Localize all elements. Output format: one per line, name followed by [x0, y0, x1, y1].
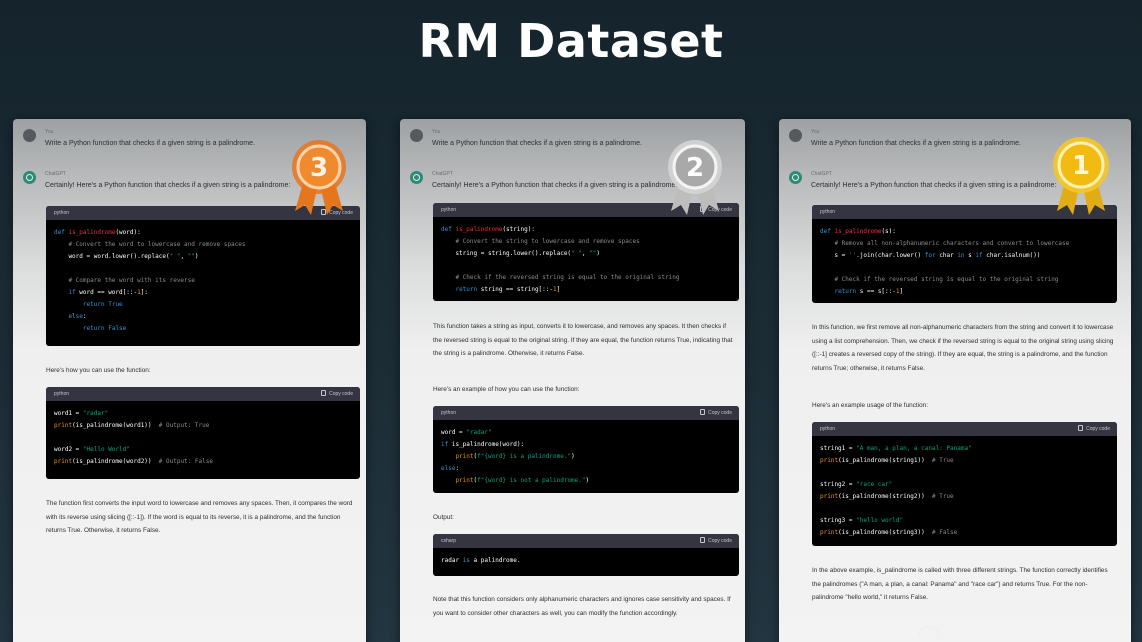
medal-rank: 3	[310, 153, 328, 183]
code-language-label: csharp	[441, 538, 457, 544]
response-card-rank-2: You Write a Python function that checks …	[400, 119, 745, 642]
user-role-label: You	[811, 129, 820, 135]
assistant-role-label: ChatGPT	[45, 171, 66, 177]
code-language-label: python	[820, 426, 836, 432]
slide-title: RM Dataset	[418, 14, 724, 68]
wechat-logo-icon	[918, 626, 940, 640]
code-language-label: python	[820, 209, 836, 215]
code-block-function: python def is_palindrome(s): # Remove al…	[812, 205, 1117, 303]
code-language-label: python	[54, 210, 70, 216]
code-content: radar is a palindrome.	[441, 557, 521, 564]
output-label: Output:	[433, 514, 454, 521]
code-content: def is_palindrome(string): # Convert the…	[441, 226, 680, 293]
medal-rank: 1	[1072, 151, 1090, 181]
usage-intro: Here's an example usage of the function:	[812, 402, 928, 409]
copy-code-button[interactable]: Copy code	[700, 534, 732, 548]
code-block-usage: python Copy code word1 = "radar" print(i…	[46, 387, 360, 479]
copy-icon	[700, 409, 706, 415]
code-content: word = "radar" if is_palindrome(word): p…	[441, 429, 590, 484]
silver-medal-icon: 2	[663, 137, 727, 217]
usage-intro: Here's an example of how you can use the…	[433, 386, 580, 393]
chatgpt-avatar	[789, 171, 802, 184]
assistant-role-label: ChatGPT	[432, 171, 453, 177]
bronze-medal-icon: 3	[287, 137, 351, 217]
chatgpt-avatar	[23, 171, 36, 184]
code-language-label: python	[54, 391, 70, 397]
conclusion-text: In the above example, is_palindrome is c…	[812, 567, 1108, 601]
user-role-label: You	[432, 129, 441, 135]
medal-rank: 2	[686, 153, 704, 183]
code-content: word1 = "radar" print(is_palindrome(word…	[54, 410, 213, 465]
explanation-text: In this function, we first remove all no…	[812, 324, 1114, 372]
usage-intro: Here's how you can use the function:	[46, 367, 151, 374]
chatgpt-avatar	[410, 171, 423, 184]
gold-medal-icon: 1	[1049, 133, 1113, 217]
user-avatar	[789, 129, 802, 142]
code-block-function: python Copy code def is_palindrome(word)…	[46, 206, 360, 346]
code-block-output: csharp Copy code radar is a palindrome.	[433, 534, 739, 576]
user-avatar	[410, 129, 423, 142]
copy-code-button[interactable]: Copy code	[700, 406, 732, 420]
copy-icon	[321, 390, 327, 396]
code-language-label: python	[441, 207, 457, 213]
code-content: def is_palindrome(word): # Convert the w…	[54, 229, 246, 332]
copy-code-button[interactable]: Copy code	[321, 387, 353, 401]
note-text: Note that this function considers only a…	[433, 596, 731, 617]
user-avatar	[23, 129, 36, 142]
code-block-usage: python Copy code word = "radar" if is_pa…	[433, 406, 739, 493]
explanation-text: This function takes a string as input, c…	[433, 323, 733, 357]
code-block-usage: python Copy code string1 = "A man, a pla…	[812, 422, 1117, 546]
code-content: def is_palindrome(s): # Remove all non-a…	[820, 228, 1070, 295]
user-role-label: You	[45, 129, 54, 135]
code-block-function: python Copy code def is_palindrome(strin…	[433, 203, 739, 301]
code-content: string1 = "A man, a plan, a canal: Panam…	[820, 445, 972, 536]
copy-icon	[1078, 425, 1084, 431]
assistant-role-label: ChatGPT	[811, 171, 832, 177]
copy-icon	[700, 537, 706, 543]
watermark	[918, 626, 1128, 640]
copy-code-button[interactable]: Copy code	[1078, 422, 1110, 436]
response-card-rank-3: You Write a Python function that checks …	[13, 119, 366, 642]
code-language-label: python	[441, 410, 457, 416]
explanation-text: The function first converts the input wo…	[46, 500, 353, 534]
response-card-rank-1: You Write a Python function that checks …	[779, 119, 1131, 642]
